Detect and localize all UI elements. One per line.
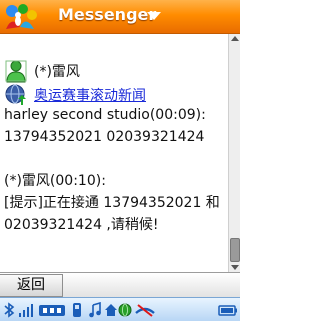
message-list: harley second studio(00:09): 13794352021… [4,104,226,236]
bluetooth-icon [4,302,15,318]
signal-icon [19,304,33,317]
message-body: 13794352021 02039321424 [4,129,205,145]
news-link[interactable]: 奥运赛事滚动新闻 [34,85,146,105]
globe-icon [118,303,132,317]
message: harley second studio(00:09): 13794352021… [4,104,226,148]
vertical-scrollbar[interactable] [228,34,240,272]
message-header: (*)雷风(00:10): [4,173,106,189]
menu-dropdown-icon[interactable] [147,12,161,20]
scroll-down-arrow-icon[interactable] [229,262,240,272]
contact-row[interactable]: (*)雷风 [0,58,228,83]
message-body: 02039321424 ,请稍候! [4,217,159,233]
scroll-thumb[interactable] [230,238,240,262]
contact-name: (*)雷风 [34,64,80,80]
news-row[interactable]: 奥运赛事滚动新闻 [0,82,228,106]
softkey-bar: 返回 [0,272,240,297]
status-bar [0,297,240,321]
title-bar: Messenger [0,0,240,34]
msn-butterfly-icon [6,4,37,29]
app-title: Messenger [58,5,157,24]
scroll-up-arrow-icon[interactable] [229,34,240,44]
battery-icon [218,305,237,316]
pfp-icon [39,305,65,316]
missed-call-icon [135,304,155,317]
home-icon [105,304,117,316]
buddy-online-icon [5,60,27,83]
message: (*)雷风(00:10): [提示]正在接通 13794352021 和 020… [4,170,226,236]
back-button[interactable]: 返回 [0,274,63,297]
message-header: harley second studio(00:09): [4,107,206,123]
phone-icon [73,303,81,317]
music-icon [89,302,101,318]
message-body: [提示]正在接通 13794352021 和 [4,195,220,211]
